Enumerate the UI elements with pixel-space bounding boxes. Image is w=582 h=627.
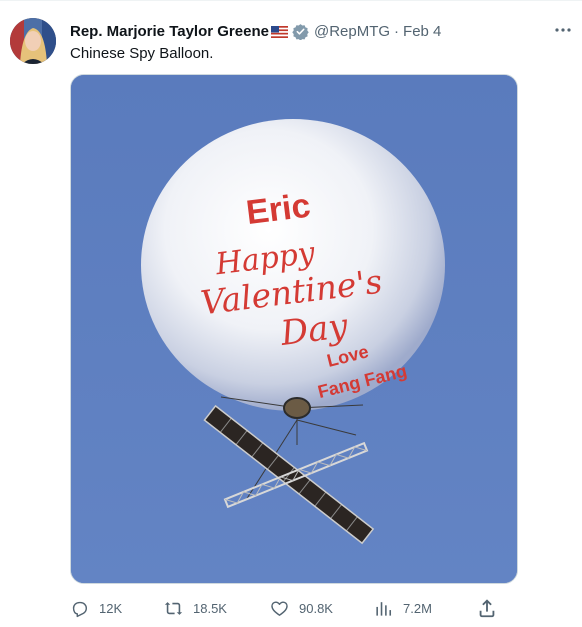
tweet[interactable]: Rep. Marjorie Taylor Greene @RepMTG · Fe… bbox=[0, 0, 582, 627]
verified-badge-icon[interactable] bbox=[292, 23, 309, 40]
more-options-icon[interactable] bbox=[553, 22, 573, 38]
action-bar: 12K 18.5K 90.8K 7.2M bbox=[70, 597, 500, 619]
tweet-image[interactable]: Eric Happy Valentine's Day Love Fang Fan… bbox=[70, 74, 518, 584]
separator: · bbox=[394, 22, 400, 40]
analytics-icon bbox=[376, 601, 392, 616]
us-flag-icon bbox=[270, 25, 288, 38]
author-name[interactable]: Rep. Marjorie Taylor Greene bbox=[70, 23, 269, 40]
tweet-date[interactable]: Feb 4 bbox=[403, 23, 441, 40]
share-button[interactable] bbox=[476, 597, 498, 619]
avatar[interactable] bbox=[10, 18, 56, 64]
retweet-icon bbox=[164, 601, 183, 615]
share-icon bbox=[479, 599, 495, 618]
reply-count: 12K bbox=[99, 600, 123, 616]
like-count: 90.8K bbox=[299, 600, 333, 616]
author-handle[interactable]: @RepMTG bbox=[314, 23, 390, 40]
tweet-text: Chinese Spy Balloon. bbox=[70, 45, 214, 62]
view-count: 7.2M bbox=[403, 600, 432, 616]
like-button[interactable]: 90.8K bbox=[270, 597, 333, 619]
avatar-image bbox=[10, 18, 56, 64]
balloon-photo: Eric Happy Valentine's Day Love Fang Fan… bbox=[71, 75, 517, 583]
reply-icon bbox=[72, 601, 88, 617]
tweet-header: Rep. Marjorie Taylor Greene @RepMTG · Fe… bbox=[70, 20, 441, 42]
heart-icon bbox=[271, 600, 288, 616]
reply-button[interactable]: 12K bbox=[70, 597, 122, 619]
retweet-count: 18.5K bbox=[193, 600, 227, 616]
overlay-name: Eric bbox=[244, 187, 312, 233]
retweet-button[interactable]: 18.5K bbox=[164, 597, 227, 619]
views-button[interactable]: 7.2M bbox=[374, 597, 432, 619]
